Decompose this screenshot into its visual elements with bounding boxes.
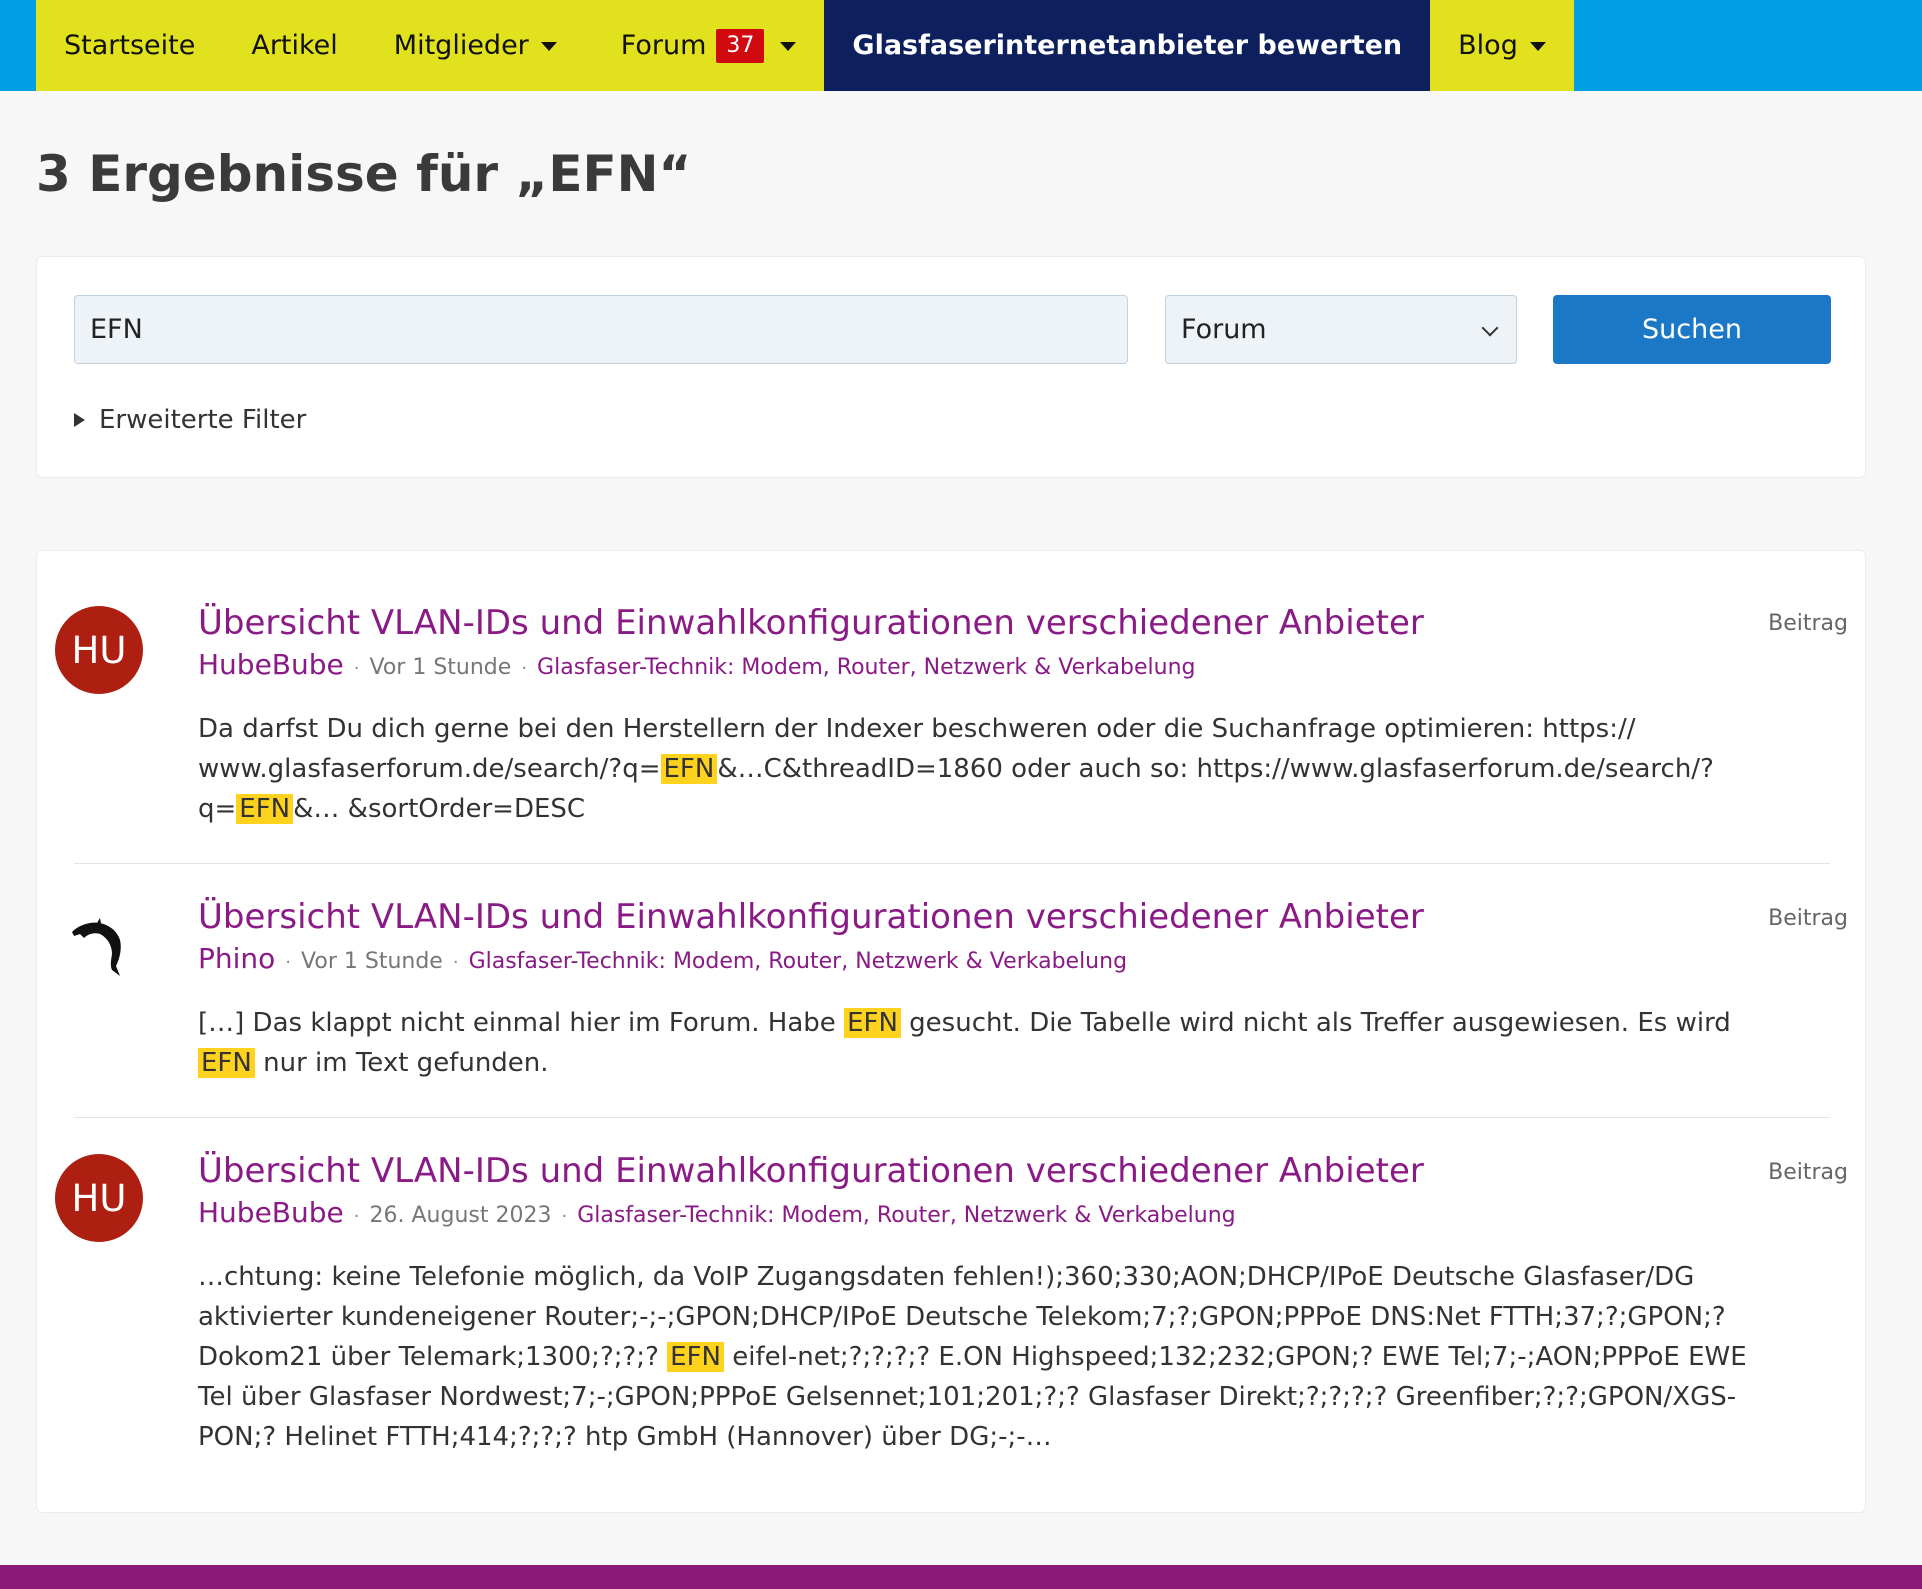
nav-label: Forum — [620, 30, 707, 61]
nav-item-anbieter-bewerten[interactable]: Glasfaserinternetanbieter bewerten — [824, 0, 1431, 91]
board-link[interactable]: Glasfaser-Technik: Modem, Router, Netzwe… — [469, 949, 1127, 974]
footer-strip — [0, 1565, 1922, 1589]
nav-label: Startseite — [64, 30, 196, 61]
nav-item-blog[interactable]: Blog — [1430, 0, 1574, 91]
search-scope-select[interactable]: Forum — [1165, 295, 1517, 364]
result-divider — [74, 863, 1830, 864]
top-bar: Startseite Artikel Mitglieder Forum 37 G… — [0, 0, 1922, 91]
result-title-link[interactable]: Übersicht VLAN-IDs und Einwahlkonfigurat… — [198, 897, 1424, 937]
advanced-filters-toggle[interactable]: Erweiterte Filter — [74, 405, 306, 435]
result-snippet: Da darfst Du dich gerne bei den Herstell… — [198, 709, 1778, 829]
avatar-initials: HU — [71, 1176, 127, 1220]
advanced-filters-label: Erweiterte Filter — [99, 405, 307, 435]
nav-label: Artikel — [251, 30, 338, 61]
result-type-label: Beitrag — [1768, 1160, 1848, 1185]
snippet-text: […] Das klappt nicht einmal hier im Foru… — [198, 1008, 845, 1038]
search-term-highlight: EFN — [236, 794, 294, 824]
search-term-highlight: EFN — [667, 1342, 724, 1372]
snippet-text: gesucht. Die Tabelle wird nicht als Tref… — [900, 1008, 1731, 1038]
search-input[interactable] — [74, 295, 1128, 364]
meta-separator: · — [353, 1206, 360, 1227]
result-snippet: […] Das klappt nicht einmal hier im Foru… — [198, 1003, 1778, 1083]
result-meta: HubeBube · 26. August 2023 · Glasfaser-T… — [198, 1196, 1236, 1229]
chevron-down-icon[interactable] — [780, 42, 797, 51]
post-time[interactable]: 26. August 2023 — [370, 1203, 552, 1228]
snippet-text: nur im Text gefunden. — [254, 1048, 549, 1078]
meta-separator: · — [452, 952, 459, 973]
search-form: Forum Suchen Erweiterte Filter — [36, 256, 1866, 478]
author-link[interactable]: HubeBube — [198, 1196, 344, 1229]
nav-label: Glasfaserinternetanbieter bewerten — [852, 30, 1403, 61]
post-time[interactable]: Vor 1 Stunde — [370, 655, 512, 680]
search-results: HU Übersicht VLAN-IDs und Einwahlkonfigu… — [36, 550, 1866, 1513]
search-term-highlight: EFN — [198, 1048, 255, 1078]
page-title: 3 Ergebnisse für „EFN“ — [36, 145, 692, 203]
search-term-highlight: EFN — [660, 754, 718, 784]
result-type-label: Beitrag — [1768, 611, 1848, 636]
dolphin-icon — [72, 918, 121, 976]
meta-separator: · — [353, 658, 360, 679]
result-meta: HubeBube · Vor 1 Stunde · Glasfaser-Tech… — [198, 648, 1196, 681]
result-meta: Phino · Vor 1 Stunde · Glasfaser-Technik… — [198, 942, 1127, 975]
post-time[interactable]: Vor 1 Stunde — [301, 949, 443, 974]
result-divider — [74, 1117, 1830, 1118]
search-term-highlight: EFN — [844, 1008, 901, 1038]
search-button[interactable]: Suchen — [1553, 295, 1831, 364]
nav-item-mitglieder[interactable]: Mitglieder — [365, 0, 597, 91]
nav-item-startseite[interactable]: Startseite — [36, 0, 224, 91]
avatar-initials: HU — [71, 628, 127, 672]
meta-separator: · — [561, 1206, 568, 1227]
chevron-down-icon[interactable] — [1529, 42, 1546, 51]
nav-item-artikel[interactable]: Artikel — [223, 0, 366, 91]
avatar[interactable]: HU — [55, 606, 143, 694]
main-nav: Startseite Artikel Mitglieder Forum 37 G… — [36, 0, 1574, 91]
result-type-label: Beitrag — [1768, 906, 1848, 931]
search-scope-value: Forum — [1181, 314, 1267, 345]
avatar[interactable]: HU — [55, 1154, 143, 1242]
author-link[interactable]: Phino — [198, 942, 275, 975]
disclosure-triangle-icon — [74, 413, 85, 427]
meta-separator: · — [521, 658, 528, 679]
chevron-down-icon — [1481, 319, 1499, 337]
nav-label: Mitglieder — [393, 30, 529, 61]
result-title-link[interactable]: Übersicht VLAN-IDs und Einwahlkonfigurat… — [198, 603, 1424, 643]
unread-count-badge: 37 — [716, 28, 765, 63]
snippet-text: &… &sortOrder=DESC — [293, 794, 586, 824]
board-link[interactable]: Glasfaser-Technik: Modem, Router, Netzwe… — [537, 655, 1195, 680]
nav-label: Blog — [1458, 30, 1518, 61]
result-snippet: …chtung: keine Telefonie möglich, da VoI… — [198, 1257, 1778, 1457]
meta-separator: · — [285, 952, 292, 973]
result-title-link[interactable]: Übersicht VLAN-IDs und Einwahlkonfigurat… — [198, 1151, 1424, 1191]
nav-item-forum[interactable]: Forum 37 — [596, 0, 825, 91]
avatar[interactable] — [55, 901, 143, 989]
author-link[interactable]: HubeBube — [198, 648, 344, 681]
board-link[interactable]: Glasfaser-Technik: Modem, Router, Netzwe… — [577, 1203, 1235, 1228]
chevron-down-icon[interactable] — [540, 42, 557, 51]
